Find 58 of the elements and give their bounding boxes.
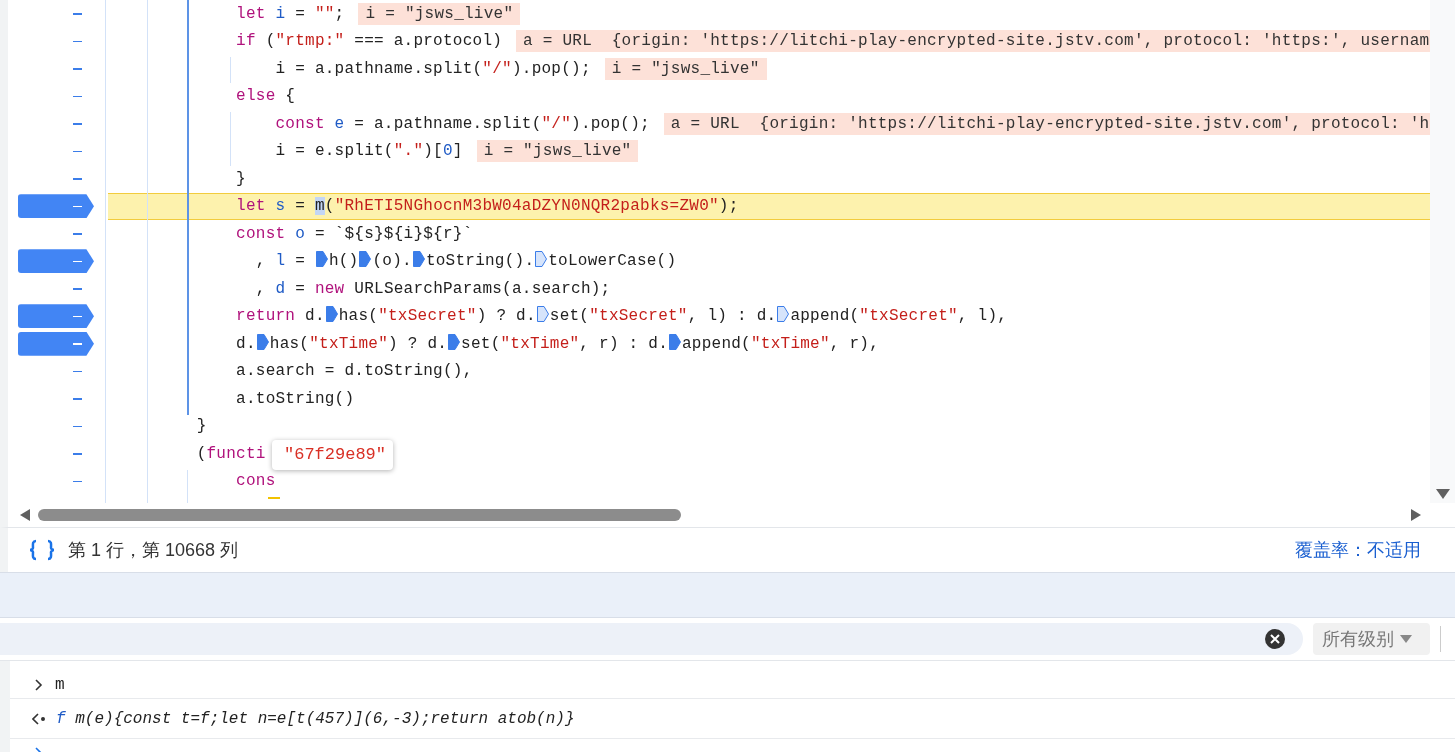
inline-value-hint: i = "jsws_live" — [358, 2, 521, 25]
breakpoint-marker-icon[interactable] — [536, 306, 549, 323]
breakpoint-marker[interactable] — [18, 331, 94, 356]
breakpoint-marker-icon[interactable] — [412, 251, 425, 268]
cursor-position: 第 1 行，第 10668 列 — [68, 538, 239, 562]
breakpoint-marker-icon[interactable] — [777, 306, 790, 323]
chevron-right-icon — [34, 678, 43, 691]
breakpoint-marker-icon[interactable] — [535, 251, 548, 268]
breakpoint-marker-icon[interactable] — [448, 333, 461, 350]
code-line: else { — [235, 86, 296, 108]
hover-tooltip: "67f29e89" — [272, 440, 393, 470]
code-line: if ("rtmp:" === a.protocol) — [235, 31, 503, 53]
caret-icon — [1400, 635, 1412, 643]
code-line: cons — [235, 471, 276, 493]
scroll-right-icon[interactable] — [1411, 509, 1421, 521]
inline-value-hint: a = URL {origin: 'https://litchi-play-encrypted-site.jstv.com', protocol: 'h — [663, 112, 1430, 135]
return-arrow-icon — [32, 712, 46, 725]
code-line: let s = m("RhETI5NGhocnM3bW04aDZYN0NQR2pabks=ZW0"); — [235, 196, 739, 218]
code-line: , l = h() (o). toString(). toLowerCase() — [254, 250, 677, 273]
scroll-down-icon[interactable] — [1435, 489, 1450, 499]
breakpoint-marker[interactable] — [18, 194, 94, 219]
code-line: a.toString() — [235, 388, 355, 410]
breakpoint-marker[interactable] — [18, 249, 94, 274]
vertical-scrollbar[interactable] — [1430, 0, 1455, 503]
code-line: } — [195, 416, 207, 438]
braces-icon[interactable] — [28, 539, 56, 561]
breakpoint-marker[interactable] — [18, 304, 94, 329]
code-line: const e = a.pathname.split("/").pop(); — [274, 113, 650, 135]
dash-icon — [73, 260, 82, 262]
code-line: i = a.pathname.split("/").pop(); — [274, 58, 591, 80]
code-line: const o = `${s}${i}${r}` — [235, 223, 473, 245]
code-line: , d = new URLSearchParams(a.search); — [254, 278, 611, 300]
code-line: i = e.split(".")[0] — [274, 141, 463, 163]
filter-field[interactable] — [0, 623, 1303, 655]
code-line: return d. has("txSecret") ? d. set("txSecret", l) : d. append("txSecret", l), — [235, 305, 1008, 328]
code-line: d. has("txTime") ? d. set("txTime", r) : d. append("txTime", r), — [235, 332, 880, 355]
inline-value-hint: i = "jsws_live" — [476, 140, 639, 163]
dash-icon — [73, 343, 82, 345]
code-line: } — [235, 168, 246, 190]
dash-icon — [73, 315, 82, 317]
scroll-left-icon[interactable] — [20, 509, 30, 521]
scrollbar-thumb[interactable] — [38, 509, 681, 521]
dash-icon — [73, 205, 82, 207]
breakpoint-marker-icon[interactable] — [325, 306, 338, 323]
console-command-text: m — [55, 674, 65, 696]
breakpoint-marker-icon[interactable] — [315, 251, 328, 268]
clear-icon[interactable] — [1265, 629, 1285, 649]
inline-value-hint: i = "jsws_live" — [604, 57, 767, 80]
log-level-dropdown[interactable]: 所有级别 — [1313, 623, 1430, 655]
breakpoint-marker-icon[interactable] — [359, 251, 372, 268]
console-result-text: f m(e){const t=f;let n=e[t(457)](6,-3);return atob(n)} — [56, 708, 575, 730]
inline-value-hint: a = URL {origin: 'https://litchi-play-encrypted-site.jstv.com', protocol: 'https:', usernam — [516, 30, 1430, 53]
code-line: (functi — [195, 443, 266, 465]
code-line: a.search = d.toString(), — [235, 361, 473, 383]
breakpoint-marker-icon[interactable] — [669, 333, 681, 350]
coverage-link[interactable]: 覆盖率：不适用 — [1295, 536, 1421, 564]
breakpoint-marker-icon[interactable] — [256, 333, 269, 350]
code-line: let i = ""; — [235, 3, 345, 25]
